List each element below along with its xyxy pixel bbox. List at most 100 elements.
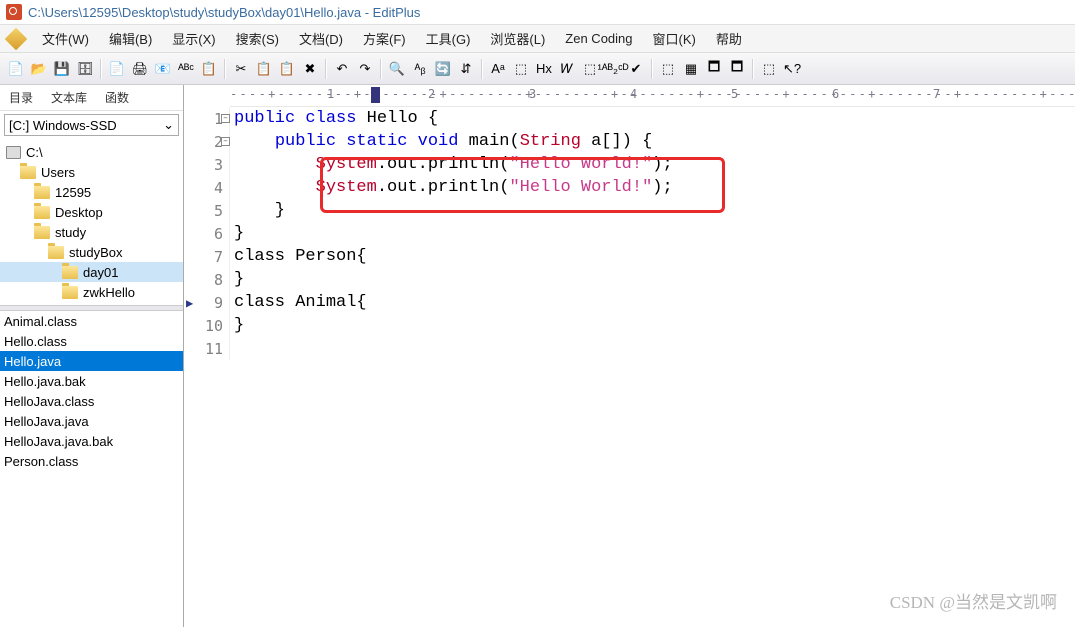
tree-label: study <box>55 225 86 240</box>
toolbar-button[interactable]: 🔄 <box>433 59 453 79</box>
toolbar-button[interactable]: 📄 <box>107 59 127 79</box>
toolbar-button[interactable]: Hx <box>534 59 554 79</box>
code-line[interactable]: } <box>234 268 1075 291</box>
code-line[interactable]: class Animal{ <box>234 291 1075 314</box>
tree-label: C:\ <box>26 145 43 160</box>
tree-item[interactable]: day01 <box>0 262 183 282</box>
ruler-cursor <box>371 87 380 103</box>
toolbar-button[interactable]: 🗄 <box>75 59 95 79</box>
tree-item[interactable]: C:\ <box>0 142 183 162</box>
folder-icon <box>34 186 50 199</box>
line-number: 6 <box>184 222 229 245</box>
menu-project[interactable]: 方案(F) <box>355 27 414 50</box>
toolbar-button[interactable]: 📧 <box>153 59 173 79</box>
app-icon <box>6 4 22 20</box>
code-line[interactable] <box>234 337 1075 360</box>
file-item[interactable]: Hello.java.bak <box>0 371 183 391</box>
toolbar-button[interactable]: ⬚ <box>511 59 531 79</box>
toolbar-separator <box>325 59 327 79</box>
pencil-icon <box>5 27 28 50</box>
code-line[interactable]: class Person{ <box>234 245 1075 268</box>
code-line[interactable]: public class Hello { <box>234 107 1075 130</box>
menu-edit[interactable]: 编辑(B) <box>101 27 160 50</box>
window-title: C:\Users\12595\Desktop\study\studyBox\da… <box>28 5 420 20</box>
toolbar-button[interactable]: 📋 <box>277 59 297 79</box>
toolbar-button[interactable]: 📄 <box>6 59 26 79</box>
folder-icon <box>20 166 36 179</box>
code-body[interactable]: public class Hello { public static void … <box>230 107 1075 360</box>
toolbar-button[interactable]: 📂 <box>29 59 49 79</box>
toolbar-button[interactable]: 🗖 <box>727 59 747 79</box>
toolbar-button[interactable]: ᴬᵦ <box>410 59 430 79</box>
file-item[interactable]: Hello.java <box>0 351 183 371</box>
code-line[interactable]: } <box>234 314 1075 337</box>
toolbar-button[interactable]: 📋 <box>254 59 274 79</box>
toolbar-button[interactable]: ▦ <box>681 59 701 79</box>
toolbar-button[interactable]: 🔍 <box>387 59 407 79</box>
line-number: 9▶ <box>184 291 229 314</box>
menu-file[interactable]: 文件(W) <box>34 27 97 50</box>
tree-item[interactable]: study <box>0 222 183 242</box>
menu-window[interactable]: 窗口(K) <box>645 27 704 50</box>
file-item[interactable]: Person.class <box>0 451 183 471</box>
tree-item[interactable]: 12595 <box>0 182 183 202</box>
toolbar-button[interactable]: ✖ <box>300 59 320 79</box>
toolbar-button[interactable]: ¹ᴬᴮ₂ᶜᴰ <box>603 59 623 79</box>
line-number: 8 <box>184 268 229 291</box>
menu-document[interactable]: 文档(D) <box>291 27 351 50</box>
ruler-mark: 1 <box>327 87 334 101</box>
toolbar-button[interactable]: ↶ <box>332 59 352 79</box>
toolbar-button[interactable]: ↖? <box>782 59 802 79</box>
tree-item[interactable]: Users <box>0 162 183 182</box>
toolbar-button[interactable]: 🖨 <box>130 59 150 79</box>
toolbar-button[interactable]: Aᵃ <box>488 59 508 79</box>
tree-item[interactable]: Desktop <box>0 202 183 222</box>
ruler-mark: 2 <box>428 87 435 101</box>
file-item[interactable]: HelloJava.class <box>0 391 183 411</box>
code-line[interactable]: } <box>234 222 1075 245</box>
toolbar-separator <box>651 59 653 79</box>
sidebar-tab-text[interactable]: 文本库 <box>42 85 96 110</box>
fold-icon[interactable]: − <box>221 137 230 146</box>
fold-icon[interactable]: − <box>221 114 230 123</box>
toolbar-button[interactable]: 📋 <box>199 59 219 79</box>
toolbar-button[interactable]: 🗖 <box>704 59 724 79</box>
tree-item[interactable]: zwkHello <box>0 282 183 302</box>
toolbar-button[interactable]: 𝑊 <box>557 59 577 79</box>
ruler-mark: 3 <box>529 87 536 101</box>
code-line[interactable]: public static void main(String a[]) { <box>234 130 1075 153</box>
toolbar-button[interactable]: ⇵ <box>456 59 476 79</box>
file-item[interactable]: Hello.class <box>0 331 183 351</box>
sidebar-tab-dir[interactable]: 目录 <box>0 85 42 110</box>
sidebar-tabs: 目录 文本库 函数 <box>0 85 183 111</box>
toolbar-button[interactable]: ✔ <box>626 59 646 79</box>
sidebar-tab-func[interactable]: 函数 <box>96 85 138 110</box>
file-item[interactable]: HelloJava.java.bak <box>0 431 183 451</box>
menu-bar: 文件(W) 编辑(B) 显示(X) 搜索(S) 文档(D) 方案(F) 工具(G… <box>0 25 1075 53</box>
tree-item[interactable]: studyBox <box>0 242 183 262</box>
toolbar-separator <box>100 59 102 79</box>
tree-label: Users <box>41 165 75 180</box>
line-number: 3 <box>184 153 229 176</box>
toolbar-button[interactable]: ↷ <box>355 59 375 79</box>
menu-help[interactable]: 帮助 <box>708 27 750 50</box>
line-number: 5 <box>184 199 229 222</box>
toolbar-button[interactable]: 💾 <box>52 59 72 79</box>
highlight-box <box>320 157 725 213</box>
menu-view[interactable]: 显示(X) <box>164 27 223 50</box>
toolbar-button[interactable]: ᴬᴮᶜ <box>176 59 196 79</box>
toolbar-button[interactable]: ⬚ <box>759 59 779 79</box>
ruler-mark: 7 <box>933 87 940 101</box>
toolbar-button[interactable]: ✂ <box>231 59 251 79</box>
menu-zen[interactable]: Zen Coding <box>557 29 640 48</box>
toolbar-button[interactable]: ⬚ <box>658 59 678 79</box>
watermark: CSDN @当然是文凯啊 <box>890 588 1057 613</box>
menu-search[interactable]: 搜索(S) <box>228 27 287 50</box>
menu-browser[interactable]: 浏览器(L) <box>482 27 553 50</box>
menu-tools[interactable]: 工具(G) <box>418 27 479 50</box>
file-item[interactable]: Animal.class <box>0 311 183 331</box>
file-item[interactable]: HelloJava.java <box>0 411 183 431</box>
ruler-line: ----+--------+--------+--------+--------… <box>230 87 1075 101</box>
ruler: ----+--------+--------+--------+--------… <box>230 85 1075 107</box>
drive-selector[interactable]: [C:] Windows-SSD ⌄ <box>4 114 179 136</box>
